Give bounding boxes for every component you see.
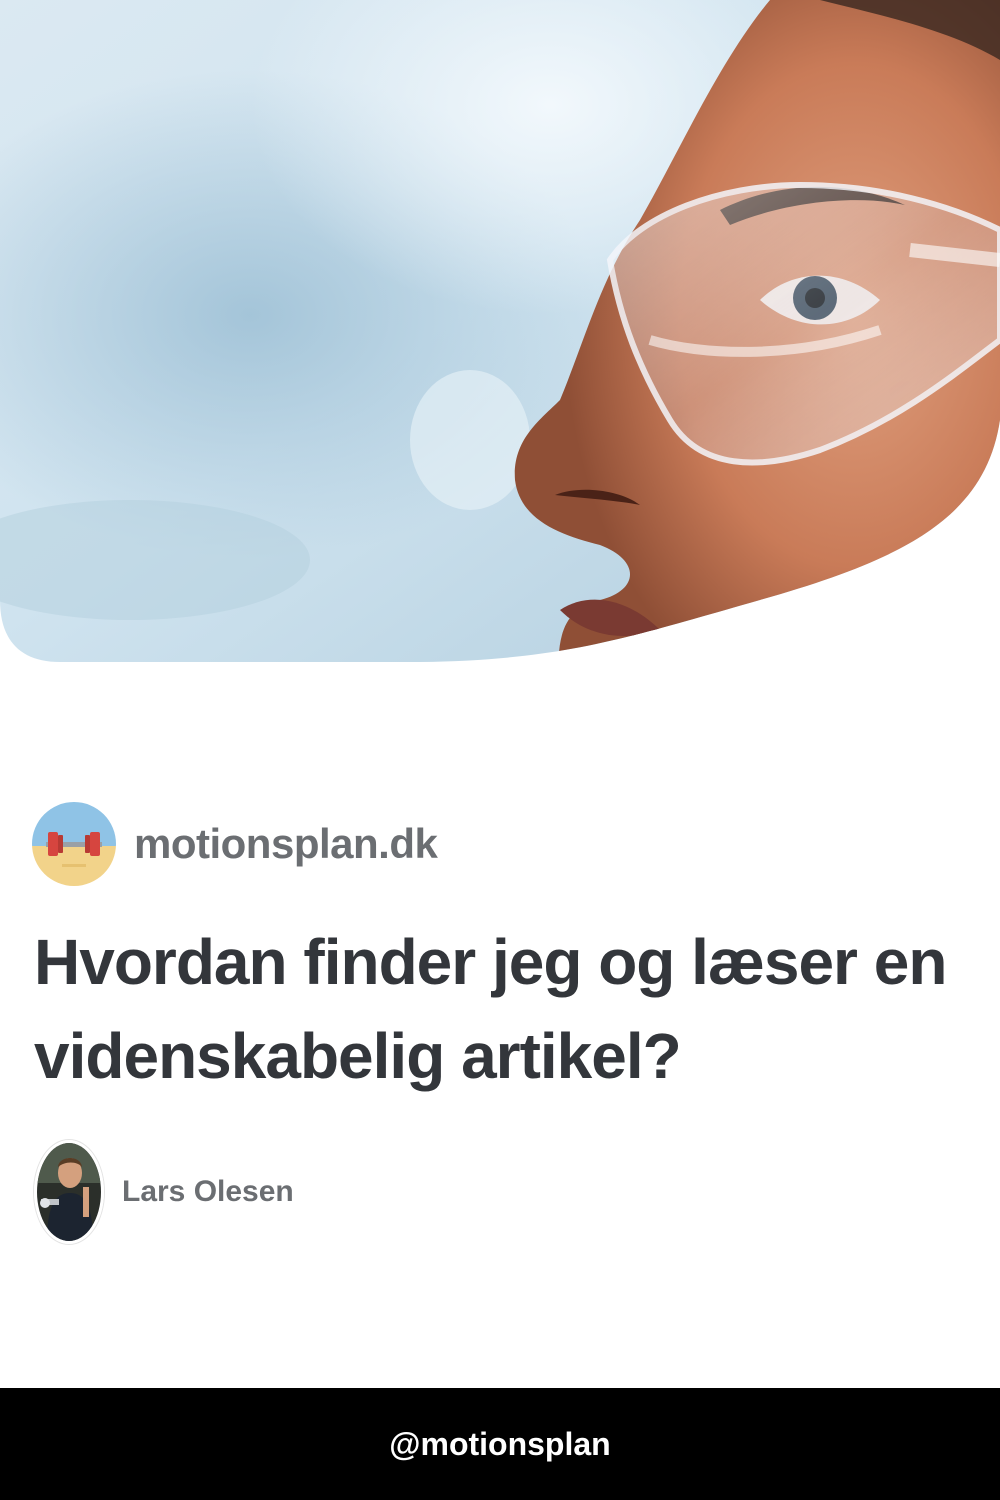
social-handle[interactable]: @motionsplan <box>389 1426 610 1463</box>
brand-name: motionsplan.dk <box>134 820 438 867</box>
footer-bar: @motionsplan <box>0 1388 1000 1500</box>
hero-image <box>0 0 1000 700</box>
article-title[interactable]: Hvordan finder jeg og læser en videnskab… <box>34 915 964 1103</box>
author-name: Lars Olesen <box>122 1175 294 1208</box>
author[interactable]: Lars Olesen <box>34 1140 294 1244</box>
brand[interactable]: motionsplan.dk <box>32 802 438 886</box>
dumbbell-icon <box>32 802 116 886</box>
author-avatar <box>34 1140 104 1244</box>
